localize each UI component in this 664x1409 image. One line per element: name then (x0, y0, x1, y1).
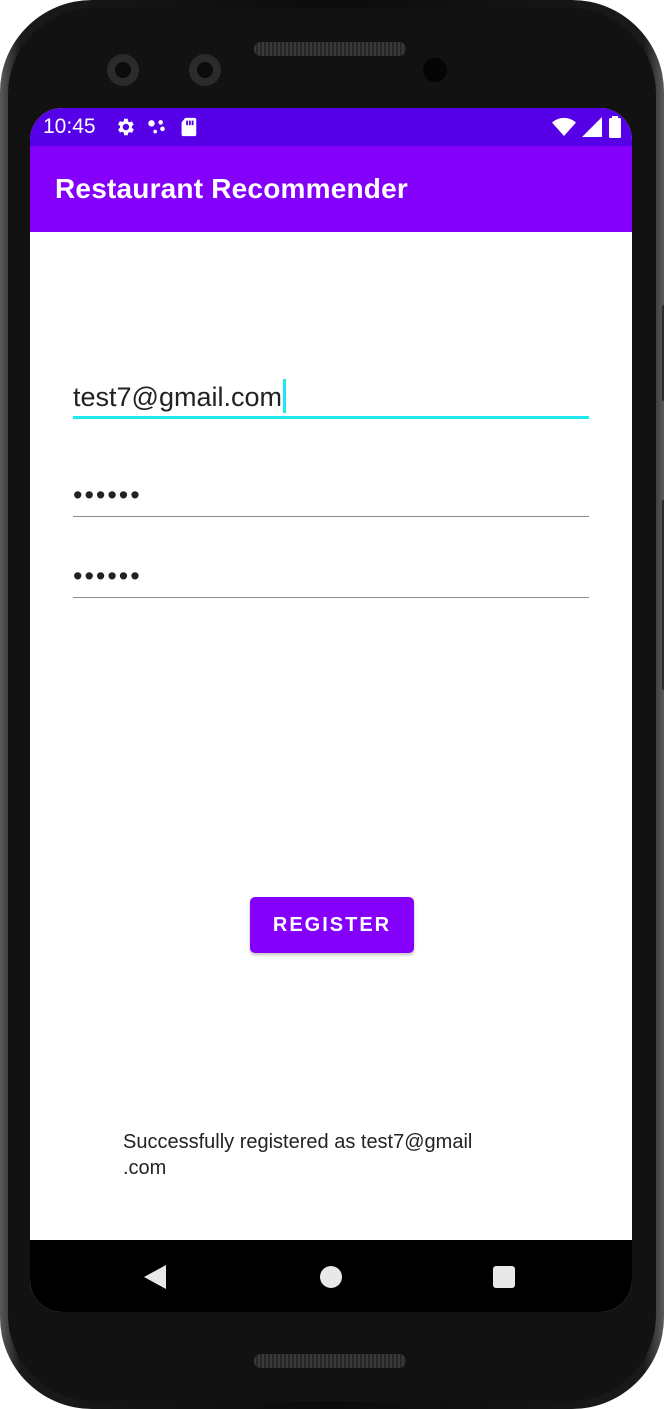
settings-gear-icon (118, 118, 134, 136)
recents-icon[interactable] (493, 1266, 515, 1288)
text-cursor (282, 379, 286, 413)
app-title: Restaurant Recommender (55, 173, 408, 204)
email-input-value: test7@gmail.com (73, 379, 286, 413)
confirm-password-field[interactable]: •••••• (73, 552, 589, 598)
proximity-sensor-icon (423, 58, 447, 82)
back-icon[interactable] (144, 1265, 166, 1289)
status-bar: 10:45 (30, 108, 632, 146)
confirm-password-underline (73, 597, 589, 598)
app-bar: Restaurant Recommender (30, 146, 632, 232)
cell-signal-icon (582, 117, 602, 137)
phone-frame: 10:45 Restaurant Recommender test7@gmail… (0, 0, 664, 1409)
home-icon[interactable] (320, 1266, 342, 1288)
wifi-icon (552, 117, 576, 136)
email-field[interactable]: test7@gmail.com (73, 373, 589, 419)
screen: 10:45 Restaurant Recommender test7@gmail… (30, 108, 632, 1312)
bottom-speaker (254, 1354, 406, 1368)
rear-camera-icon (107, 54, 139, 86)
sd-card-icon (181, 117, 197, 137)
front-camera-icon (189, 54, 221, 86)
navigation-bar (30, 1240, 632, 1312)
email-underline (73, 416, 589, 419)
register-form: test7@gmail.com •••••• •••••• REGISTER S… (30, 232, 632, 1240)
confirm-password-input-value: •••••• (73, 561, 142, 591)
status-icons-right (552, 116, 622, 138)
register-button[interactable]: REGISTER (250, 897, 414, 953)
assistant-dots-icon (148, 120, 165, 134)
status-time: 10:45 (43, 115, 96, 138)
registration-status-message: Successfully registered as test7@gmail .… (123, 1131, 473, 1179)
status-icons-left (114, 116, 198, 138)
battery-icon (609, 116, 621, 138)
password-field[interactable]: •••••• (73, 471, 589, 517)
email-text: test7@gmail.com (73, 382, 282, 412)
earpiece-speaker (254, 42, 406, 56)
password-underline (73, 516, 589, 517)
password-input-value: •••••• (73, 480, 142, 510)
